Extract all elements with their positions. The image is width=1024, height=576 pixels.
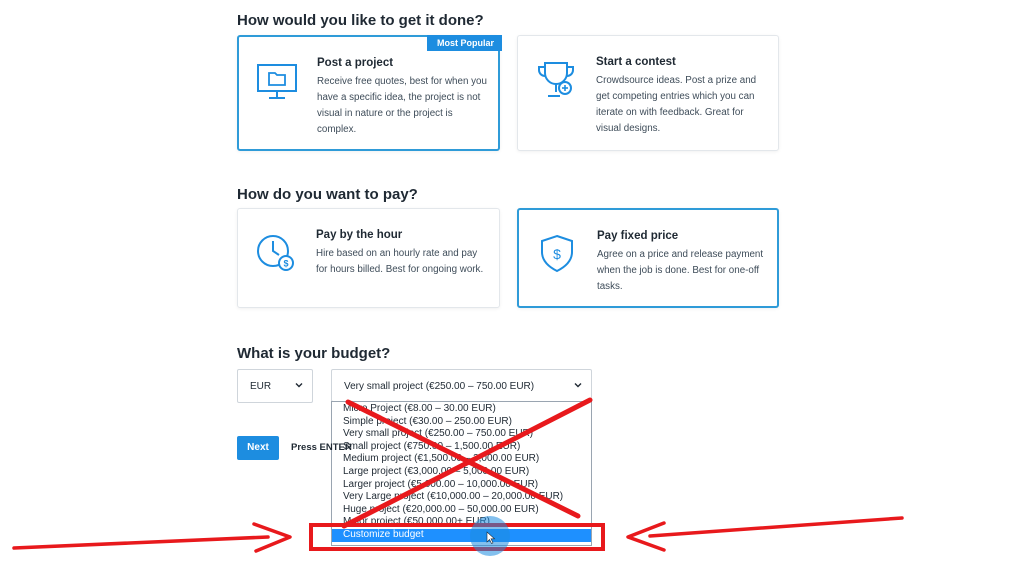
monitor-folder-icon (257, 64, 297, 99)
chevron-down-icon (295, 383, 303, 388)
press-enter-hint: Press ENTER (291, 442, 352, 453)
pay-fixed-title: Pay fixed price (597, 230, 679, 242)
pay-hourly-desc: Hire based on an hourly rate and pay for… (316, 248, 484, 275)
currency-select[interactable]: EUR (237, 369, 313, 403)
pay-fixed-desc: Agree on a price and release payment whe… (597, 249, 764, 292)
start-contest-desc: Crowdsource ideas. Post a prize and get … (596, 75, 757, 134)
budget-option-small[interactable]: Small project (€750.00 – 1,500.00 EUR) (332, 441, 591, 454)
budget-select[interactable]: Very small project (€250.00 – 750.00 EUR… (331, 369, 592, 402)
right-arrow (648, 516, 904, 538)
budget-option-simple[interactable]: Simple project (€30.00 – 250.00 EUR) (332, 416, 591, 429)
post-project-card[interactable]: Post a project Receive free quotes, best… (237, 35, 502, 151)
budget-dropdown-list[interactable]: Micro Project (€8.00 – 30.00 EUR) Simple… (331, 401, 592, 546)
currency-value: EUR (250, 381, 272, 392)
budget-option-major[interactable]: Major project (€50,000.00+ EUR) (332, 516, 591, 529)
left-arrow-head (252, 522, 292, 553)
budget-option-medium[interactable]: Medium project (€1,500.00 – 3,000.00 EUR… (332, 453, 591, 466)
start-contest-title: Start a contest (596, 56, 676, 68)
clock-dollar-icon: $ (257, 235, 294, 271)
budget-option-very-large[interactable]: Very Large project (€10,000.00 – 20,000.… (332, 491, 591, 504)
start-contest-card[interactable]: Start a contest Crowdsource ideas. Post … (517, 35, 779, 151)
budget-option-customize[interactable]: Customize budget (332, 528, 591, 542)
chevron-down-icon (574, 383, 582, 388)
heading-get-it-done: How would you like to get it done? (237, 12, 484, 29)
svg-text:$: $ (283, 259, 288, 269)
pay-fixed-card[interactable]: $ Pay fixed price Agree on a price and r… (517, 208, 779, 308)
post-project-desc: Receive free quotes, best for when you h… (317, 76, 487, 135)
budget-option-larger[interactable]: Larger project (€5,000.00 – 10,000.00 EU… (332, 479, 591, 492)
trophy-icon (538, 62, 574, 97)
shield-dollar-icon: $ (541, 234, 573, 273)
budget-selected-value: Very small project (€250.00 – 750.00 EUR… (344, 381, 535, 392)
budget-option-micro[interactable]: Micro Project (€8.00 – 30.00 EUR) (332, 403, 591, 416)
right-arrow-head (626, 521, 666, 552)
heading-how-to-pay: How do you want to pay? (237, 186, 418, 203)
pay-hourly-card[interactable]: $ Pay by the hour Hire based on an hourl… (237, 208, 500, 308)
budget-option-large[interactable]: Large project (€3,000.00 – 5,000.00 EUR) (332, 466, 591, 479)
left-arrow (12, 535, 270, 550)
next-button[interactable]: Next (237, 436, 279, 460)
budget-option-very-small[interactable]: Very small project (€250.00 – 750.00 EUR… (332, 428, 591, 441)
post-project-title: Post a project (317, 57, 394, 69)
pay-hourly-title: Pay by the hour (316, 229, 403, 241)
heading-budget: What is your budget? (237, 345, 391, 362)
most-popular-badge: Most Popular (426, 35, 502, 51)
svg-text:$: $ (553, 246, 561, 262)
budget-option-huge[interactable]: Huge project (€20,000.00 – 50,000.00 EUR… (332, 504, 591, 517)
